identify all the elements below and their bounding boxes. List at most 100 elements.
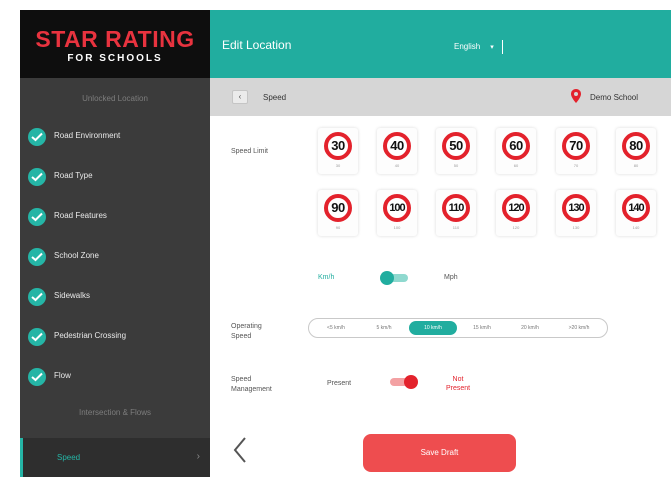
operating-speed-option[interactable]: 5 km/h	[361, 321, 407, 335]
sidebar-item-label: Road Environment	[54, 131, 121, 140]
speed-sign-ring: 140	[622, 194, 650, 222]
sidebar-item-label: Pedestrian Crossing	[54, 331, 127, 340]
check-icon	[28, 248, 46, 266]
speed-limit-label: Speed Limit	[231, 148, 268, 155]
location-name: Demo School	[590, 93, 639, 102]
speed-sign-ring: 70	[562, 132, 590, 160]
speed-sign-ring: 100	[383, 194, 411, 222]
speed-sign-140[interactable]: 140 140	[616, 190, 656, 236]
operating-speed-option[interactable]: 15 km/h	[459, 321, 505, 335]
section-header: ‹ Speed Demo School	[210, 78, 671, 116]
logo-subtitle: FOR SCHOOLS	[67, 53, 163, 64]
speed-sign-ring: 80	[622, 132, 650, 160]
check-icon	[28, 368, 46, 386]
speed-sign-ring: 30	[324, 132, 352, 160]
speed-sign-ring: 90	[324, 194, 352, 222]
speed-sign-value: 70	[569, 138, 583, 153]
speed-sign-120[interactable]: 120 120	[496, 190, 536, 236]
sidebar-item-flow[interactable]: Flow	[20, 362, 210, 392]
speed-sign-70[interactable]: 70 70	[556, 128, 596, 174]
speed-sign-110[interactable]: 110 110	[436, 190, 476, 236]
speed-sign-130[interactable]: 130 130	[556, 190, 596, 236]
speed-sign-ring: 40	[383, 132, 411, 160]
speed-sign-caption: 30	[335, 163, 341, 168]
save-draft-button[interactable]: Save Draft	[363, 434, 516, 472]
speed-sign-value: 80	[629, 138, 643, 153]
check-icon	[28, 208, 46, 226]
sidebar-item-label: Speed	[57, 453, 81, 462]
speed-sign-100[interactable]: 100 100	[377, 190, 417, 236]
speed-sign-40[interactable]: 40 40	[377, 128, 417, 174]
speed-sign-value: 30	[331, 138, 345, 153]
speed-sign-caption: 70	[573, 163, 579, 168]
page-margin	[0, 0, 20, 477]
sidebar: STAR RATING FOR SCHOOLS Unlocked Locatio…	[20, 10, 210, 477]
unit-toggle[interactable]	[380, 271, 410, 285]
speed-sign-caption: 110	[452, 225, 460, 230]
toggle-knob	[404, 375, 418, 389]
page-title: Edit Location	[222, 38, 292, 52]
speed-sign-30[interactable]: 30 30	[318, 128, 358, 174]
sidebar-section-label: Unlocked Location	[82, 94, 148, 103]
speed-sign-ring: 120	[502, 194, 530, 222]
speed-sign-ring: 130	[562, 194, 590, 222]
speed-sign-caption: 80	[633, 163, 639, 168]
check-icon	[28, 328, 46, 346]
operating-speed-option-selected[interactable]: 10 km/h	[409, 321, 457, 335]
speed-sign-value: 90	[331, 200, 345, 215]
speed-sign-caption: 50	[453, 163, 459, 168]
speed-sign-value: 50	[449, 138, 463, 153]
sidebar-item-pedestrian-crossing[interactable]: Pedestrian Crossing	[20, 322, 210, 352]
speed-sign-value: 140	[628, 202, 644, 214]
check-icon	[28, 288, 46, 306]
unit-kmh-label: Km/h	[318, 274, 335, 281]
location-pin-icon	[571, 89, 581, 103]
sidebar-item-label: School Zone	[54, 251, 99, 260]
speed-sign-60[interactable]: 60 60	[496, 128, 536, 174]
app-logo: STAR RATING FOR SCHOOLS	[20, 10, 210, 78]
speed-sign-value: 120	[508, 202, 524, 214]
sidebar-item-sidewalks[interactable]: Sidewalks	[20, 282, 210, 312]
speed-sign-caption: 120	[512, 225, 520, 230]
speed-management-not-present-label: Not Present	[445, 376, 471, 392]
speed-sign-caption: 100	[393, 225, 401, 230]
sidebar-section-label: Intersection & Flows	[78, 408, 152, 417]
speed-sign-80[interactable]: 80 80	[616, 128, 656, 174]
collapse-button[interactable]: ‹	[232, 90, 248, 104]
sidebar-item-road-environment[interactable]: Road Environment	[20, 122, 210, 152]
logo-title: STAR RATING	[35, 26, 195, 52]
speed-sign-value: 130	[568, 202, 584, 214]
chevron-right-icon: ›	[196, 451, 200, 462]
speed-sign-90[interactable]: 90 90	[318, 190, 358, 236]
check-icon	[28, 128, 46, 146]
sidebar-item-label: Road Features	[54, 211, 107, 220]
sidebar-item-speed[interactable]: Speed ›	[20, 438, 210, 477]
chevron-left-icon	[233, 437, 246, 463]
language-value: English	[454, 42, 481, 52]
speed-sign-caption: 40	[394, 163, 400, 168]
sidebar-item-road-type[interactable]: Road Type	[20, 162, 210, 192]
speed-sign-ring: 50	[442, 132, 470, 160]
sidebar-item-label: Flow	[54, 371, 71, 380]
language-selector[interactable]: English ▾	[454, 40, 503, 54]
operating-speed-option[interactable]: >20 km/h	[555, 321, 603, 335]
divider	[501, 40, 503, 54]
operating-speed-option[interactable]: <5 km/h	[313, 321, 359, 335]
back-button[interactable]	[232, 436, 248, 469]
sidebar-item-road-features[interactable]: Road Features	[20, 202, 210, 232]
speed-sign-ring: 60	[502, 132, 530, 160]
operating-speed-option[interactable]: 20 km/h	[507, 321, 553, 335]
top-header: Edit Location English ▾	[210, 10, 671, 78]
speed-sign-value: 100	[389, 202, 405, 214]
speed-sign-caption: 90	[335, 225, 341, 230]
toggle-knob	[380, 271, 394, 285]
sidebar-item-label: Sidewalks	[54, 291, 91, 300]
speed-sign-value: 60	[509, 138, 523, 153]
sidebar-item-school-zone[interactable]: School Zone	[20, 242, 210, 272]
speed-management-toggle[interactable]	[388, 375, 418, 389]
caret-down-icon: ▾	[490, 44, 494, 52]
check-icon	[28, 168, 46, 186]
speed-management-present-label: Present	[327, 380, 352, 387]
speed-sign-50[interactable]: 50 50	[436, 128, 476, 174]
speed-sign-value: 110	[448, 202, 465, 214]
